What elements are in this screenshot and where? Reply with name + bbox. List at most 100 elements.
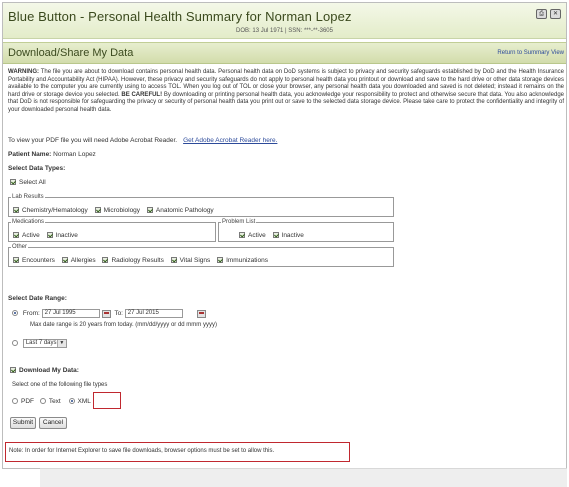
pdf-reader-note: To view your PDF file you will need Adob… [8,137,277,144]
radiology-checkbox[interactable] [102,257,109,263]
bottom-shadow [40,468,567,487]
to-calendar-icon[interactable] [196,309,206,318]
text-label: Text [48,398,61,405]
print-icon[interactable]: ⎙ [536,9,547,19]
lab-results-options: Chemistry/Hematology Microbiology Anatom… [13,207,219,214]
problems-option-active[interactable]: Active [239,232,266,239]
text-radio[interactable] [39,398,46,404]
app-window: Blue Button - Personal Health Summary fo… [2,2,567,469]
ie-download-note: Note: In order for Internet Explorer to … [9,448,275,454]
xml-label: XML [77,398,91,405]
pdf-radio[interactable] [12,398,18,404]
cancel-button[interactable]: Cancel [39,417,67,429]
problems-option-inactive[interactable]: Inactive [272,232,304,239]
medications-legend: Medications [12,219,45,225]
from-calendar-icon[interactable] [101,309,111,318]
other-option-allergies[interactable]: Allergies [61,257,96,264]
download-my-data-row[interactable]: Download My Data: [10,367,79,374]
file-types-label: Select one of the following file types [12,382,108,388]
download-my-data-label: Download My Data: [19,367,79,374]
patient-dob-ssn: DOB: 13 Jul 1971 | SSN: ***-**-3605 [236,28,333,34]
custom-range-radio[interactable] [12,310,18,317]
patient-name-label: Patient Name: [8,151,52,158]
allergies-checkbox[interactable] [61,257,68,263]
chemistry-label: Chemistry/Hematology [22,207,88,214]
file-type-options: PDF Text XML [12,398,91,405]
section-title: Download/Share My Data [8,47,134,59]
select-all-row[interactable]: Select All [10,179,46,186]
pdf-label: PDF [21,398,34,405]
vital-signs-checkbox[interactable] [170,257,177,263]
meds-inactive-label: Inactive [55,232,78,239]
lab-option-anatomic-pathology[interactable]: Anatomic Pathology [146,207,214,214]
problems-active-label: Active [248,232,266,239]
to-label: To: [114,310,123,318]
encounters-label: Encounters [22,257,55,264]
other-option-vital-signs[interactable]: Vital Signs [170,257,211,264]
medications-group: Medications Active Inactive [8,219,216,242]
lab-results-group: Lab Results Chemistry/Hematology Microbi… [8,194,394,217]
meds-active-label: Active [22,232,40,239]
problems-active-checkbox[interactable] [239,232,245,238]
lab-option-chemistry[interactable]: Chemistry/Hematology [13,207,88,214]
encounters-checkbox[interactable] [13,257,19,263]
privacy-warning: WARNING: The file you are about to downl… [8,69,564,115]
other-legend: Other [12,244,28,250]
chemistry-checkbox[interactable] [13,207,19,213]
title-bar: Blue Button - Personal Health Summary fo… [3,3,566,39]
allergies-label: Allergies [70,257,96,264]
data-types-label: Select Data Types: [8,165,66,172]
warning-label: WARNING: [8,69,39,75]
select-all-checkbox[interactable] [10,179,16,185]
other-option-encounters[interactable]: Encounters [13,257,55,264]
preset-range-radio[interactable] [12,340,18,347]
meds-option-inactive[interactable]: Inactive [46,232,78,239]
return-to-summary-link[interactable]: Return to Summary View [497,50,564,56]
immunizations-checkbox[interactable] [217,257,224,263]
lab-results-legend: Lab Results [12,194,44,200]
other-option-radiology[interactable]: Radiology Results [102,257,164,264]
be-careful-label: BE CAREFUL! [121,91,163,98]
to-date-input[interactable]: 27 Jul 2015 [124,309,183,318]
meds-inactive-checkbox[interactable] [46,232,53,238]
meds-active-checkbox[interactable] [13,232,19,238]
date-range-heading: Select Date Range: [8,295,67,302]
page-title: Blue Button - Personal Health Summary fo… [8,9,352,24]
download-my-data-checkbox[interactable] [10,367,16,373]
anatomic-pathology-checkbox[interactable] [146,207,153,213]
medications-options: Active Inactive [13,232,83,239]
select-data-types-heading: Select Data Types: [8,165,65,172]
file-type-text[interactable]: Text [39,398,61,405]
patient-name-value: Norman Lopez [53,151,96,158]
close-icon[interactable]: ✕ [550,9,561,19]
preset-range-select[interactable]: Last 7 days ▼ [22,339,67,348]
adobe-reader-link[interactable]: Get Adobe Acrobat Reader here. [183,137,277,144]
preset-range-row: Last 7 days ▼ [12,339,67,348]
chevron-down-icon: ▼ [56,340,66,347]
anatomic-pathology-label: Anatomic Pathology [155,207,214,214]
microbiology-checkbox[interactable] [94,207,101,213]
preset-range-value: Last 7 days [25,340,57,346]
problems-inactive-checkbox[interactable] [272,232,279,238]
microbiology-label: Microbiology [103,207,141,214]
vital-signs-label: Vital Signs [179,257,211,264]
lab-option-microbiology[interactable]: Microbiology [94,207,141,214]
problem-list-options: Active Inactive [239,232,309,239]
from-label: From: [22,310,40,318]
file-type-pdf[interactable]: PDF [12,398,34,405]
from-date-input[interactable]: 27 Jul 1995 [41,309,100,318]
xml-highlight-box [93,392,121,409]
problem-list-legend: Problem List [222,219,256,225]
date-range-label: Select Date Range: [8,295,67,302]
date-from-to-row: From: 27 Jul 1995 To: 27 Jul 2015 [12,309,208,318]
problems-inactive-label: Inactive [281,232,304,239]
file-type-xml[interactable]: XML [68,398,91,405]
other-option-immunizations[interactable]: Immunizations [217,257,268,264]
other-options: Encounters Allergies Radiology Results V… [13,257,273,264]
problem-list-group: Problem List Active Inactive [218,219,394,242]
section-header: Download/Share My Data Return to Summary… [3,42,566,64]
radiology-label: Radiology Results [111,257,164,264]
xml-radio[interactable] [68,398,75,404]
submit-button[interactable]: Submit [10,417,36,429]
meds-option-active[interactable]: Active [13,232,40,239]
